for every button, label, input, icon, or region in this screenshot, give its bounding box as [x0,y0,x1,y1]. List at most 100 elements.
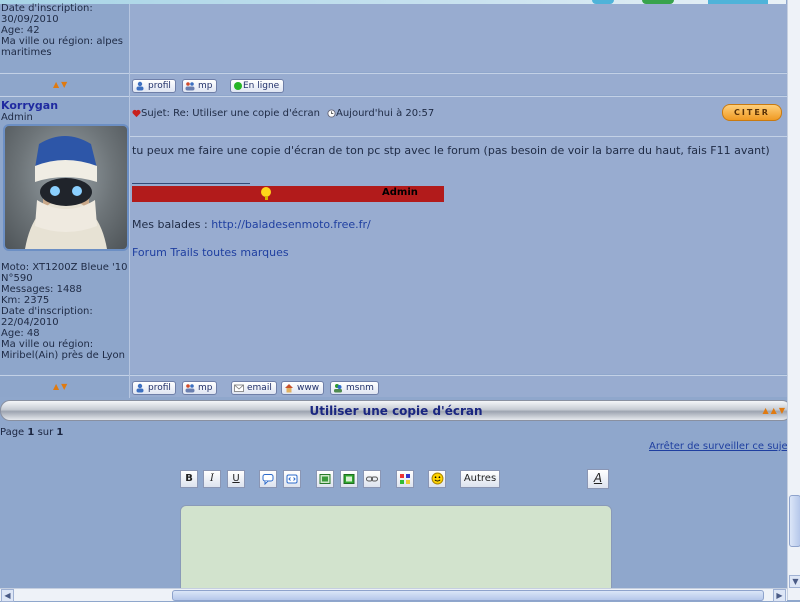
signature-admin-label: Admin [382,187,418,198]
home-icon [285,384,293,393]
user-icon [136,81,144,91]
post-profile-button[interactable]: profil [132,381,176,395]
post-email-button[interactable]: email [231,381,277,395]
more-options-label: Autres [463,473,497,484]
quote-button[interactable]: CITER [722,104,782,121]
smiley-button[interactable] [428,470,446,488]
palette-icon [400,474,410,484]
vertical-scrollbar[interactable]: ▼ [787,0,800,600]
signature-balades-link[interactable]: http://baladesenmoto.free.fr/ [211,218,371,231]
italic-label: I [210,473,214,484]
topic-title: Utiliser une copie d'écran [309,404,483,418]
heart-icon [132,109,141,118]
page-total: 1 [56,427,64,438]
profile-line: 22/04/2010 [1,317,59,328]
profile-line: maritimes [1,47,52,58]
profile-line: Ma ville ou région: alpes [1,36,123,47]
post-time: Aujourd'hui à 20:57 [336,108,435,119]
profile-line: Ma ville ou région: [1,339,94,350]
code-icon [286,474,298,484]
previous-post-body [130,4,787,72]
button-label: www [297,383,320,393]
link-insert-button[interactable] [363,470,381,488]
topic-title-bar: Utiliser une copie d'écran ▲▲▼ [0,400,792,421]
quote-insert-button[interactable] [259,470,277,488]
post-author-details: Moto: XT1200Z Bleue '10 N°590 Messages: … [1,262,128,361]
vertical-scroll-thumb[interactable] [789,495,800,547]
speech-bubble-icon [262,474,274,486]
previous-post-pm-button[interactable]: mp [182,79,218,93]
profile-line: Age: 42 [1,25,40,36]
smiley-icon [431,472,443,485]
user-icon [136,383,144,393]
post-nav-arrows[interactable]: ▲▼ [53,382,69,391]
previous-post-online-status[interactable]: En ligne [230,79,285,93]
image-insert-button[interactable] [316,470,334,488]
clock-icon [327,109,336,118]
signature-forum-link[interactable]: Forum Trails toutes marques [132,246,289,259]
envelope-icon [234,384,244,392]
page-current: 1 [27,427,35,438]
profile-line: N°590 [1,273,33,284]
profile-line: Km: 2375 [1,295,50,306]
post-subject: Sujet: Re: Utiliser une copie d'écran [141,108,320,119]
color-picker-button[interactable] [396,470,414,488]
page-separator: sur [37,427,54,438]
post-author-avatar [3,124,129,251]
underline-label: U [232,473,240,484]
msn-icon [334,384,342,393]
post-footer-right [130,376,787,397]
button-label: email [247,383,272,393]
scroll-down-arrow[interactable]: ▼ [789,575,800,588]
image-icon [319,474,331,484]
topic-nav-arrows[interactable]: ▲▲▼ [763,406,787,415]
italic-button[interactable]: I [203,470,221,488]
users-icon [185,384,195,393]
button-label: mp [198,81,213,91]
media-insert-button[interactable] [340,470,358,488]
horizontal-scrollbar[interactable]: ◀ ▶ [0,588,787,602]
bold-label: B [185,473,193,484]
profile-line: Miribel(Ain) près de Lyon [1,350,125,361]
stop-watching-link[interactable]: Arrêter de surveiller ce sujet [649,441,792,452]
post-pm-button[interactable]: mp [182,381,218,395]
users-icon [185,82,195,91]
post-body [130,97,787,374]
post-author-username[interactable]: Korrygan [1,99,58,112]
signature-divider [132,183,250,184]
button-label: profil [148,383,171,393]
bold-button[interactable]: B [180,470,198,488]
pagination: Page 1 sur 1 [0,427,63,438]
post-msnm-button[interactable]: msnm [330,381,379,395]
media-icon [343,474,355,484]
post-www-button[interactable]: www [281,381,325,395]
post-message: tu peux me faire une copie d'écran de to… [132,144,770,157]
more-options-button[interactable]: Autres [460,470,500,488]
button-label: msnm [346,383,374,393]
previous-post-profile-details: Date d'inscription: 30/09/2010 Age: 42 M… [1,3,128,58]
underline-button[interactable]: U [227,470,245,488]
previous-post-nav-arrows[interactable]: ▲▼ [53,80,69,89]
signature-balades: Mes balades : http://baladesenmoto.free.… [132,218,371,231]
scroll-left-arrow[interactable]: ◀ [1,589,14,602]
button-label: profil [148,81,171,91]
horizontal-scroll-thumb[interactable] [172,590,764,601]
profile-line: Age: 48 [1,328,40,339]
profile-line: Moto: XT1200Z Bleue '10 [1,262,128,273]
previous-post-profile-button[interactable]: profil [132,79,176,93]
code-button[interactable] [283,470,301,488]
button-label: En ligne [243,81,280,91]
link-icon [366,476,378,482]
profile-line: Date d'inscription: [1,3,93,14]
font-size-icon: A [593,471,603,485]
avatar-image [25,136,107,249]
signature-banner: Admin [132,186,444,202]
scroll-right-arrow[interactable]: ▶ [773,589,786,602]
post-author-rank: Admin [1,112,33,123]
profile-line: 30/09/2010 [1,14,59,25]
button-label: mp [198,383,213,393]
quick-reply-textarea[interactable] [180,505,612,597]
previous-post-footer-right [130,74,787,95]
profile-line: Messages: 1488 [1,284,83,295]
font-size-button[interactable]: A [587,469,609,489]
